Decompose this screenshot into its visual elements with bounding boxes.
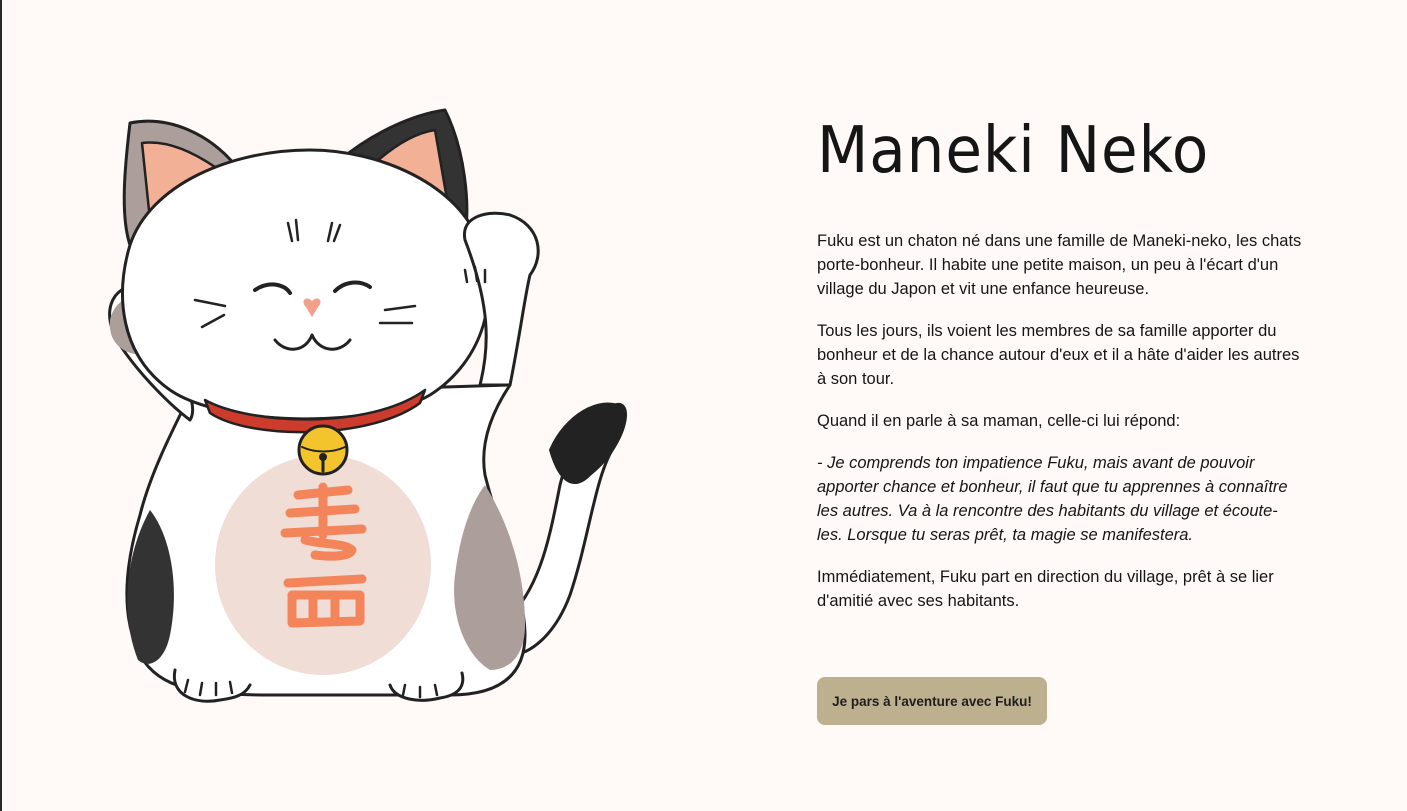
head <box>121 108 490 421</box>
story-paragraph-1: Fuku est un chaton né dans une famille d… <box>817 232 1302 299</box>
story-paragraph-4: Immédiatement, Fuku part en direction du… <box>817 568 1274 611</box>
story-paragraph-3: Quand il en parle à sa maman, celle-ci l… <box>817 412 1181 431</box>
story-quote: - Je comprends ton impatience Fuku, mais… <box>817 454 1288 545</box>
maneki-neko-illustration <box>70 95 640 715</box>
story-paragraph-2: Tous les jours, ils voient les membres d… <box>817 322 1300 389</box>
page-left-border <box>0 0 2 811</box>
story-panel: Maneki Neko Fuku est un chaton né dans u… <box>817 114 1302 726</box>
page-title: Maneki Neko <box>817 114 1210 188</box>
start-adventure-button[interactable]: Je pars à l'aventure avec Fuku! <box>817 677 1047 726</box>
